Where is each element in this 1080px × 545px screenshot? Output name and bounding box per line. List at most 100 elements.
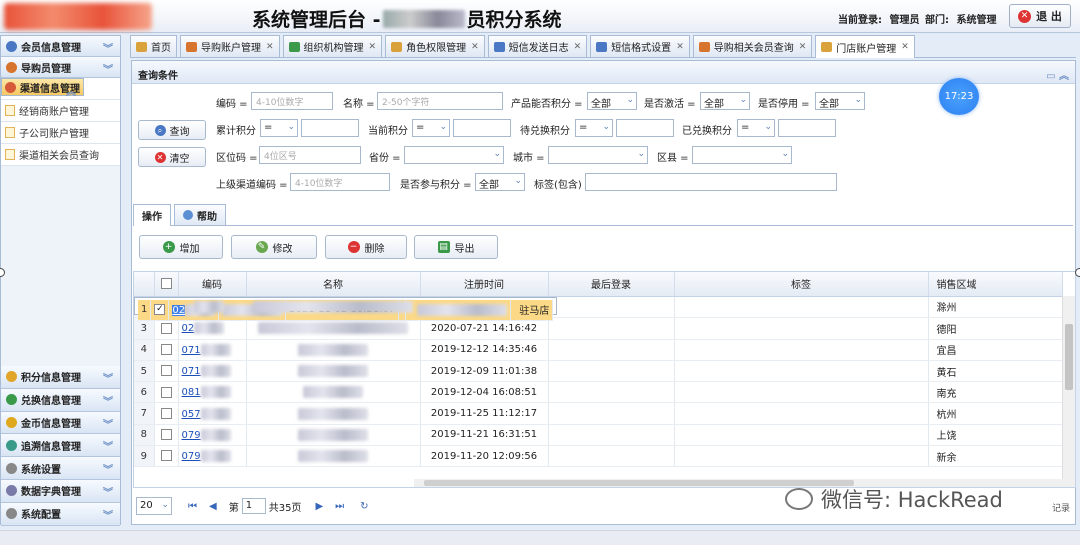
vertical-scrollbar[interactable] bbox=[1062, 296, 1075, 487]
table-row[interactable]: 7 057 2019-11-25 11:12:17 杭州 bbox=[134, 402, 1063, 425]
city-select[interactable]: ⌄ bbox=[548, 146, 648, 164]
code-cell[interactable]: 057 bbox=[178, 402, 247, 425]
disabled-select[interactable]: 全部 ⌄ bbox=[815, 92, 865, 110]
tab-operations[interactable]: 操作 bbox=[133, 204, 171, 226]
code-cell[interactable]: 081 bbox=[178, 381, 247, 404]
total-op-select[interactable]: = ⌄ bbox=[260, 119, 298, 137]
product-select[interactable]: 全部 ⌄ bbox=[587, 92, 637, 110]
row-checkbox-cell[interactable] bbox=[154, 424, 179, 447]
checkbox[interactable] bbox=[160, 386, 172, 398]
next-page-icon[interactable]: ▶ bbox=[315, 501, 323, 512]
refresh-icon[interactable]: ↻ bbox=[360, 501, 368, 512]
close-icon[interactable]: ✕ bbox=[574, 42, 582, 52]
total-points-input[interactable] bbox=[301, 119, 359, 137]
tag-input[interactable] bbox=[585, 173, 837, 191]
close-icon[interactable]: ✕ bbox=[369, 42, 377, 52]
pending-points-input[interactable] bbox=[616, 119, 674, 137]
sidebar-item[interactable]: 渠道相关会员查询 bbox=[1, 144, 120, 166]
search-button[interactable]: ⌕ 查询 bbox=[138, 120, 206, 140]
column-header[interactable]: 名称 bbox=[246, 272, 421, 297]
column-header[interactable]: 注册时间 bbox=[420, 272, 549, 297]
code-cell[interactable]: 079 bbox=[178, 424, 247, 447]
sidebar-group[interactable]: 积分信息管理 ︾ bbox=[1, 366, 120, 389]
code-link[interactable]: 081 bbox=[182, 387, 201, 398]
redeemed-points-input[interactable] bbox=[778, 119, 836, 137]
code-link[interactable]: 02 bbox=[172, 304, 186, 316]
delete-button[interactable]: − 删除 bbox=[325, 235, 407, 259]
column-header[interactable]: 最后登录 bbox=[548, 272, 675, 297]
code-link[interactable]: 071 bbox=[182, 366, 201, 377]
area-code-input[interactable]: 4位区号 bbox=[259, 146, 361, 164]
scrollbar-thumb[interactable] bbox=[1065, 324, 1073, 390]
pending-op-select[interactable]: = ⌄ bbox=[575, 119, 613, 137]
row-checkbox-cell[interactable]: ✓ bbox=[150, 299, 170, 322]
tab-item[interactable]: 导购相关会员查询 ✕ bbox=[692, 35, 813, 57]
tab-help[interactable]: 帮助 bbox=[174, 204, 226, 225]
checkbox[interactable] bbox=[160, 322, 172, 334]
province-select[interactable]: ⌄ bbox=[404, 146, 504, 164]
first-page-icon[interactable]: ⏮ bbox=[188, 501, 197, 512]
page-number-input[interactable]: 1 bbox=[241, 498, 266, 514]
resize-handle[interactable] bbox=[1075, 268, 1080, 277]
code-input[interactable]: 4-10位数字 bbox=[251, 92, 333, 110]
code-link[interactable]: 02 bbox=[182, 323, 195, 334]
current-points-input[interactable] bbox=[453, 119, 511, 137]
clear-button[interactable]: ✕ 清空 bbox=[138, 147, 206, 167]
sidebar-group[interactable]: 系统设置 ︾ bbox=[1, 457, 120, 480]
code-cell[interactable]: 071 bbox=[178, 339, 247, 361]
page-size-select[interactable]: 20 ⌄ bbox=[136, 497, 172, 515]
sidebar-group[interactable]: 系统配置 ︾ bbox=[1, 502, 120, 526]
redeemed-op-select[interactable]: = ⌄ bbox=[737, 119, 775, 137]
row-checkbox-cell[interactable] bbox=[154, 402, 179, 425]
sidebar-group[interactable]: 渠道信息管理 ︽ bbox=[1, 78, 84, 98]
checkbox[interactable] bbox=[160, 450, 172, 462]
close-icon[interactable]: ✕ bbox=[676, 42, 684, 52]
add-button[interactable]: + 增加 bbox=[139, 235, 223, 259]
checkbox[interactable]: ✓ bbox=[154, 304, 166, 316]
export-button[interactable]: ▤ 导出 bbox=[414, 235, 498, 259]
name-input[interactable]: 2-50个字符 bbox=[377, 92, 503, 110]
row-checkbox-cell[interactable] bbox=[154, 339, 179, 361]
code-cell[interactable]: 071 bbox=[178, 360, 247, 383]
sidebar-group[interactable]: 数据字典管理 ︾ bbox=[1, 479, 120, 503]
table-row[interactable]: 4 071 2019-12-12 14:35:46 宜昌 bbox=[134, 339, 1063, 361]
tab-item[interactable]: 门店账户管理 ✕ bbox=[815, 35, 915, 58]
checkbox[interactable] bbox=[160, 407, 172, 419]
tab-item[interactable]: 角色权限管理 ✕ bbox=[385, 35, 485, 57]
close-icon[interactable]: ✕ bbox=[799, 42, 807, 52]
table-row[interactable]: 6 081 2019-12-04 16:08:51 南充 bbox=[134, 381, 1063, 404]
activated-select[interactable]: 全部 ⌄ bbox=[700, 92, 750, 110]
checkbox[interactable] bbox=[160, 343, 172, 355]
close-icon[interactable]: ✕ bbox=[266, 42, 274, 52]
tab-item[interactable]: 组织机构管理 ✕ bbox=[282, 35, 383, 57]
table-row[interactable]: 9 079 2019-11-20 12:09:56 新余 bbox=[134, 445, 1063, 468]
tab-item[interactable]: 首页 bbox=[130, 35, 177, 57]
current-op-select[interactable]: = ⌄ bbox=[412, 119, 450, 137]
sidebar-group[interactable]: 导购员管理 ︾ bbox=[1, 57, 120, 78]
column-header[interactable]: 标签 bbox=[674, 272, 929, 297]
select-all-header[interactable] bbox=[154, 272, 179, 297]
close-icon[interactable]: ✕ bbox=[901, 42, 909, 52]
sidebar-group[interactable]: 会员信息管理 ︾ bbox=[1, 36, 120, 57]
close-icon[interactable]: ✕ bbox=[471, 42, 479, 52]
checkbox[interactable] bbox=[160, 429, 172, 441]
parent-code-input[interactable]: 4-10位数字 bbox=[290, 173, 390, 191]
column-header[interactable]: 编码 bbox=[178, 272, 247, 297]
column-header[interactable]: 销售区域 bbox=[928, 272, 1063, 297]
checkbox[interactable] bbox=[160, 365, 172, 377]
checkbox[interactable] bbox=[160, 278, 172, 289]
edit-button[interactable]: ✎ 修改 bbox=[231, 235, 317, 259]
code-link[interactable]: 079 bbox=[182, 430, 201, 441]
code-cell[interactable]: 079 bbox=[178, 445, 247, 468]
tab-item[interactable]: 短信发送日志 ✕ bbox=[487, 35, 588, 57]
sidebar-item[interactable]: 经销商账户管理 bbox=[1, 100, 120, 122]
table-row[interactable]: 8 079 2019-11-21 16:31:51 上饶 bbox=[134, 424, 1063, 447]
code-link[interactable]: 057 bbox=[182, 409, 201, 420]
prev-page-icon[interactable]: ◀ bbox=[209, 501, 217, 512]
tab-item[interactable]: 短信格式设置 ✕ bbox=[590, 35, 690, 57]
row-checkbox-cell[interactable] bbox=[154, 360, 179, 383]
last-page-icon[interactable]: ⏭ bbox=[335, 501, 344, 512]
row-checkbox-cell[interactable] bbox=[154, 381, 179, 404]
county-select[interactable]: ⌄ bbox=[692, 146, 792, 164]
code-link[interactable]: 079 bbox=[182, 451, 201, 462]
